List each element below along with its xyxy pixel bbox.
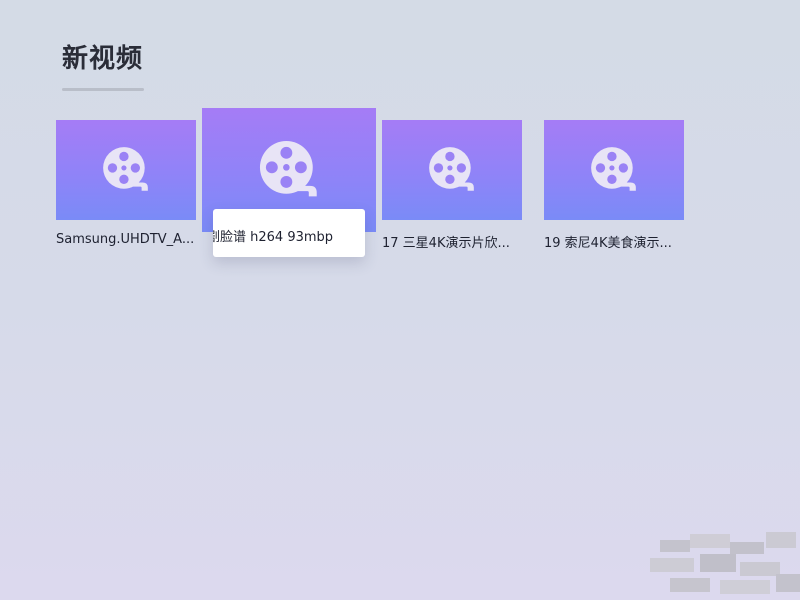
focused-video-title-box: 剧脸谱 h264 93mbp <box>213 209 365 257</box>
section-title-underline <box>62 88 144 91</box>
pixelated-watermark <box>620 528 800 600</box>
video-thumbnail[interactable] <box>382 120 522 220</box>
video-title: 17 三星4K演示片欣... <box>382 236 510 251</box>
video-card-1[interactable]: Samsung.UHDTV_A... <box>56 120 196 252</box>
video-thumbnail[interactable] <box>56 120 196 220</box>
section-title: 新视频 <box>62 44 144 74</box>
video-title: 19 索尼4K美食演示... <box>544 236 672 251</box>
video-title: 剧脸谱 h264 93mbp <box>213 230 334 245</box>
video-card-4[interactable]: 19 索尼4K美食演示... <box>544 120 684 252</box>
video-card-3[interactable]: 17 三星4K演示片欣... <box>382 120 522 252</box>
video-thumbnail[interactable] <box>544 120 684 220</box>
film-reel-icon <box>259 140 317 197</box>
film-reel-icon <box>429 147 474 191</box>
film-reel-icon <box>103 147 148 191</box>
film-reel-icon <box>591 147 636 191</box>
video-title: Samsung.UHDTV_A... <box>56 232 195 247</box>
